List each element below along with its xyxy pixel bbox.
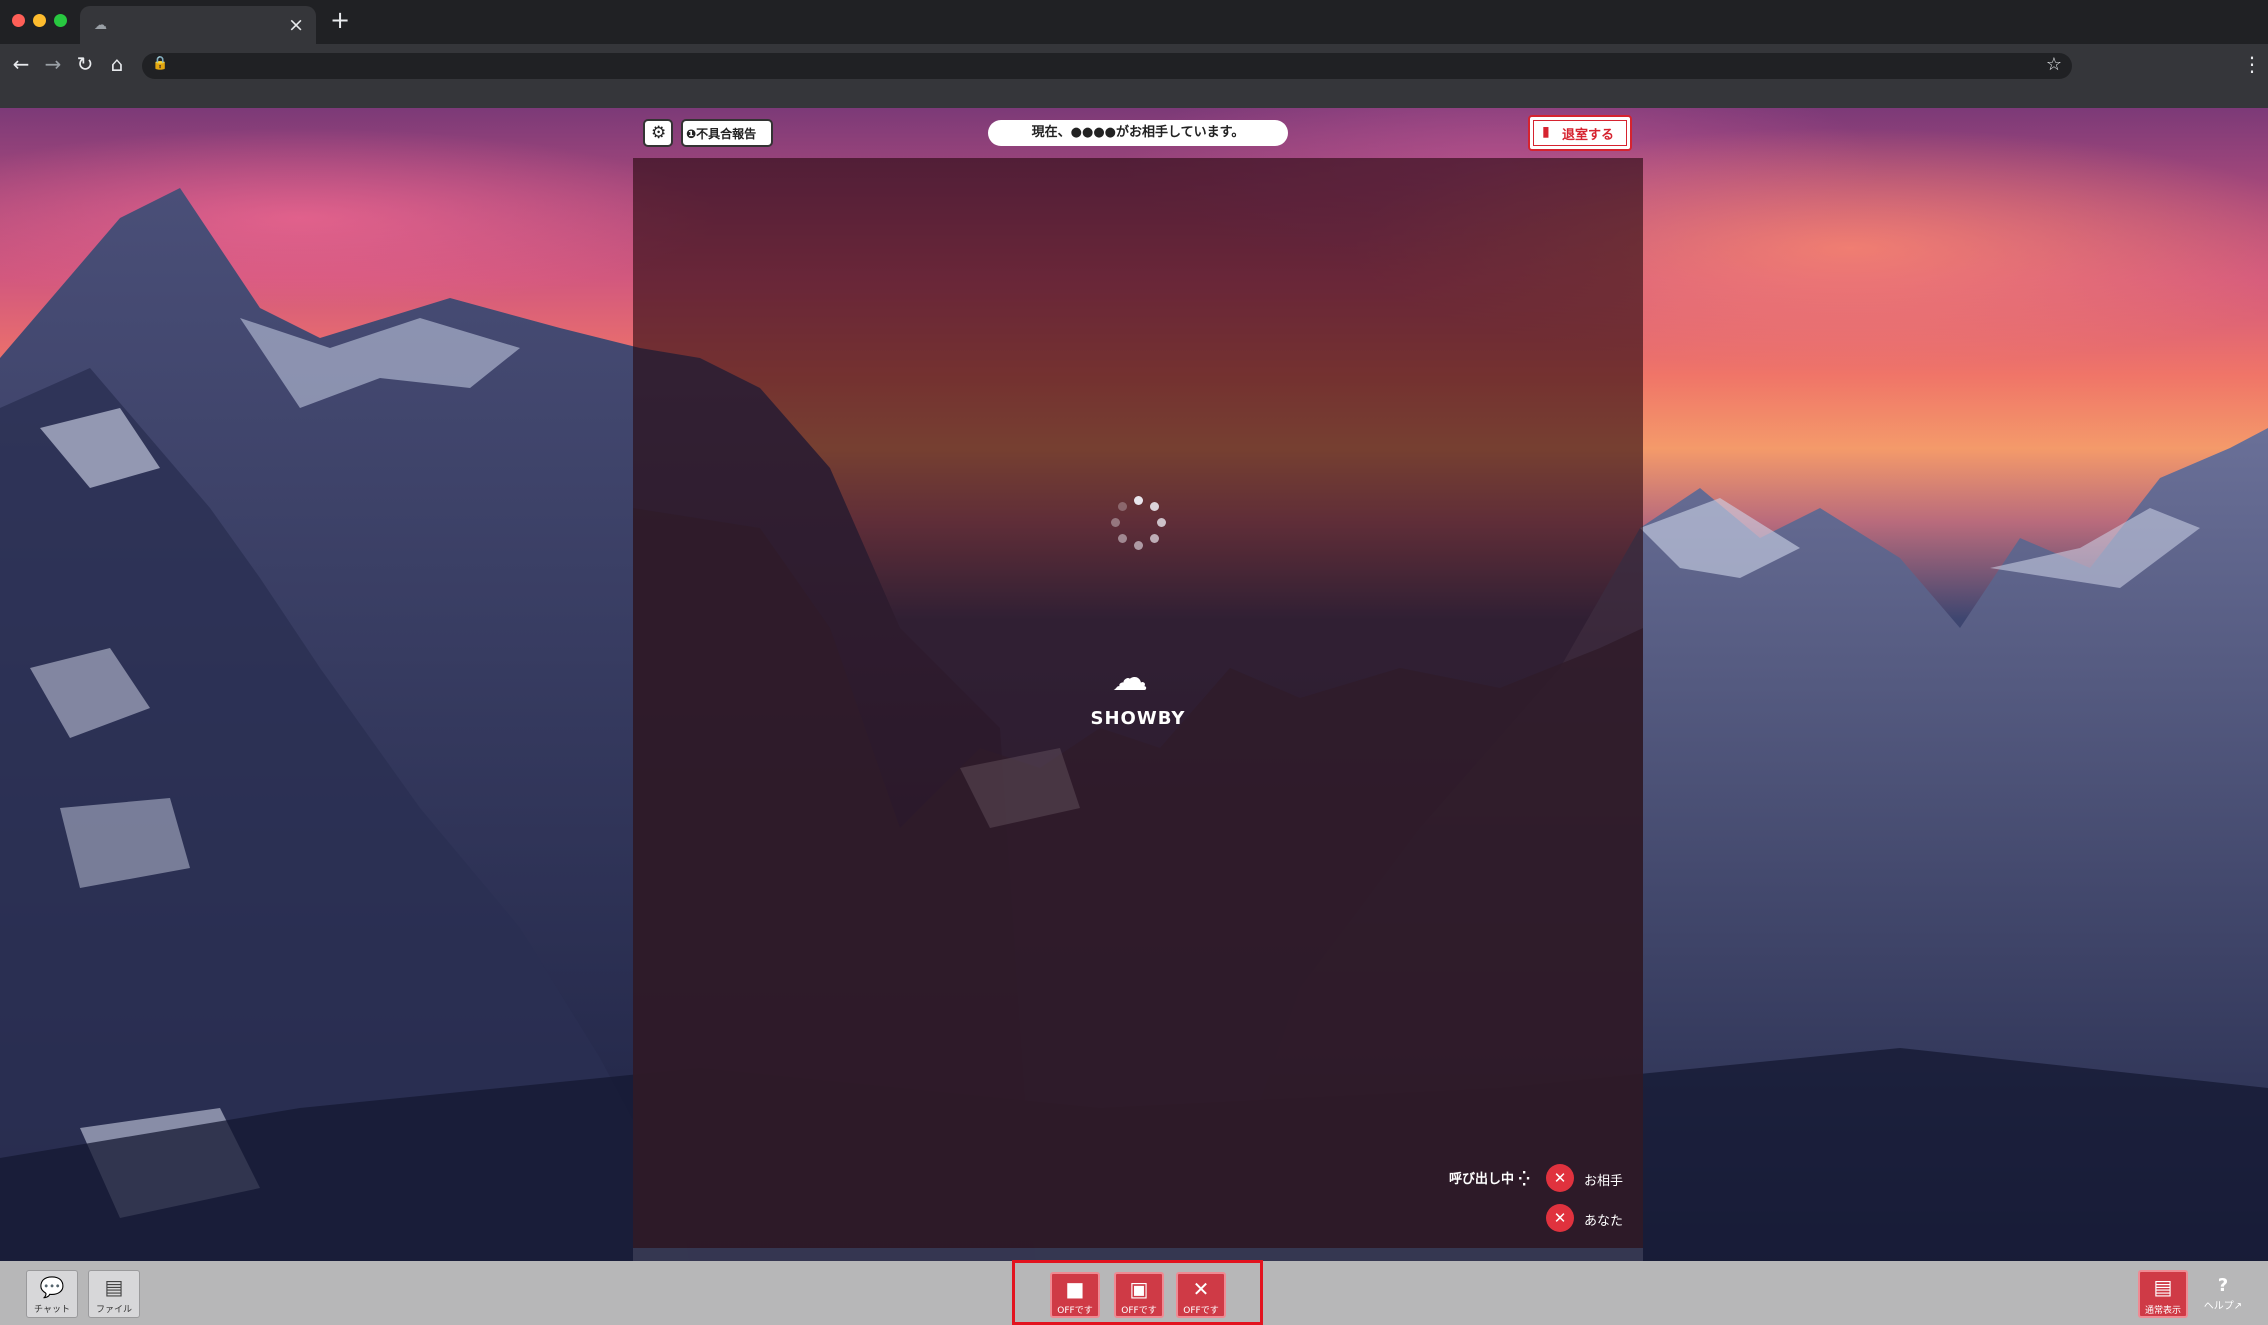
- reload-icon[interactable]: ↻: [70, 52, 100, 76]
- partner-label: お相手: [1584, 1174, 1624, 1189]
- normal-view-icon: ▤: [2153, 1275, 2173, 1299]
- showby-cloud-logo-icon: ☁: [1112, 658, 1148, 699]
- help-button[interactable]: ? ヘルプ↗: [2198, 1275, 2248, 1315]
- status-message: 現在、●●●●がお相手しています。: [988, 120, 1288, 146]
- browser-tab[interactable]: ☁ ×: [80, 6, 316, 44]
- window-zoom-dot[interactable]: [54, 14, 67, 27]
- self-label: あなた: [1584, 1214, 1624, 1229]
- help-icon: ?: [2217, 1275, 2229, 1296]
- window-minimize-dot[interactable]: [33, 14, 46, 27]
- address-bar[interactable]: 🔒 ☆: [142, 53, 2072, 79]
- file-icon: ▤: [104, 1275, 124, 1299]
- leave-room-label: 退室する: [1562, 128, 1615, 143]
- lock-icon: 🔒: [152, 56, 169, 71]
- new-tab-icon[interactable]: +: [330, 6, 350, 34]
- back-icon[interactable]: ←: [6, 52, 36, 76]
- camera-status-label: OFFです: [1057, 1306, 1093, 1316]
- home-icon[interactable]: ⌂: [102, 52, 132, 76]
- video-call-page: ⚙ ❶不具合報告 現在、●●●●がお相手しています。 ▮ 退室する ☁ SHOW…: [0, 108, 2268, 1325]
- normal-view-label: 通常表示: [2144, 1306, 2181, 1316]
- brand-name: SHOWBY: [1090, 708, 1186, 729]
- normal-view-button[interactable]: ▤ 通常表示: [2138, 1270, 2188, 1318]
- chat-bubble-icon: 💬: [39, 1275, 65, 1299]
- mic-off-icon: ✕: [1192, 1277, 1210, 1301]
- bug-report-button[interactable]: ❶不具合報告: [681, 119, 773, 147]
- chat-label: チャット: [34, 1305, 70, 1315]
- self-mic-off-icon: ✕: [1546, 1204, 1574, 1232]
- tab-favicon-cloud-icon: ☁: [94, 18, 107, 33]
- mic-toggle-button[interactable]: ✕ OFFです: [1176, 1272, 1226, 1318]
- mic-status-label: OFFです: [1183, 1306, 1219, 1316]
- tab-close-icon[interactable]: ×: [288, 14, 304, 36]
- bookmark-star-icon[interactable]: ☆: [2046, 54, 2062, 75]
- calling-status: 呼び出し中 ⁛: [1449, 1172, 1530, 1187]
- screen-share-status-label: OFFです: [1121, 1306, 1157, 1316]
- help-label: ヘルプ↗: [2203, 1301, 2243, 1312]
- camera-toggle-button[interactable]: ■ OFFです: [1050, 1272, 1100, 1318]
- video-panel: ☁ SHOWBY 呼び出し中 ⁛ ✕ お相手 ✕ あなた: [633, 158, 1643, 1248]
- browser-menu-icon[interactable]: ⋮: [2242, 52, 2262, 76]
- gear-icon: ⚙: [651, 123, 667, 143]
- window-close-dot[interactable]: [12, 14, 25, 27]
- forward-icon[interactable]: →: [38, 52, 68, 76]
- screen-share-toggle-button[interactable]: ▣ OFFです: [1114, 1272, 1164, 1318]
- file-label: ファイル: [95, 1305, 132, 1315]
- partner-mic-off-icon: ✕: [1546, 1164, 1574, 1192]
- settings-button[interactable]: ⚙: [643, 119, 673, 147]
- media-controls-highlight: ■ OFFです ▣ OFFです ✕ OFFです: [1012, 1260, 1263, 1325]
- browser-tab-bar: ☁ × +: [0, 0, 2268, 44]
- exit-door-icon: ▮: [1542, 124, 1550, 140]
- browser-toolbar: ← → ↻ ⌂ 🔒 ☆ ⋮: [0, 44, 2268, 116]
- chat-button[interactable]: 💬 チャット: [26, 1270, 78, 1318]
- screen-share-off-icon: ▣: [1129, 1277, 1149, 1301]
- camera-off-icon: ■: [1065, 1277, 1085, 1301]
- file-button[interactable]: ▤ ファイル: [88, 1270, 140, 1318]
- bug-report-label: ❶不具合報告: [686, 127, 757, 141]
- leave-room-button[interactable]: ▮ 退室する: [1528, 115, 1632, 151]
- loading-spinner-icon: [1111, 496, 1167, 552]
